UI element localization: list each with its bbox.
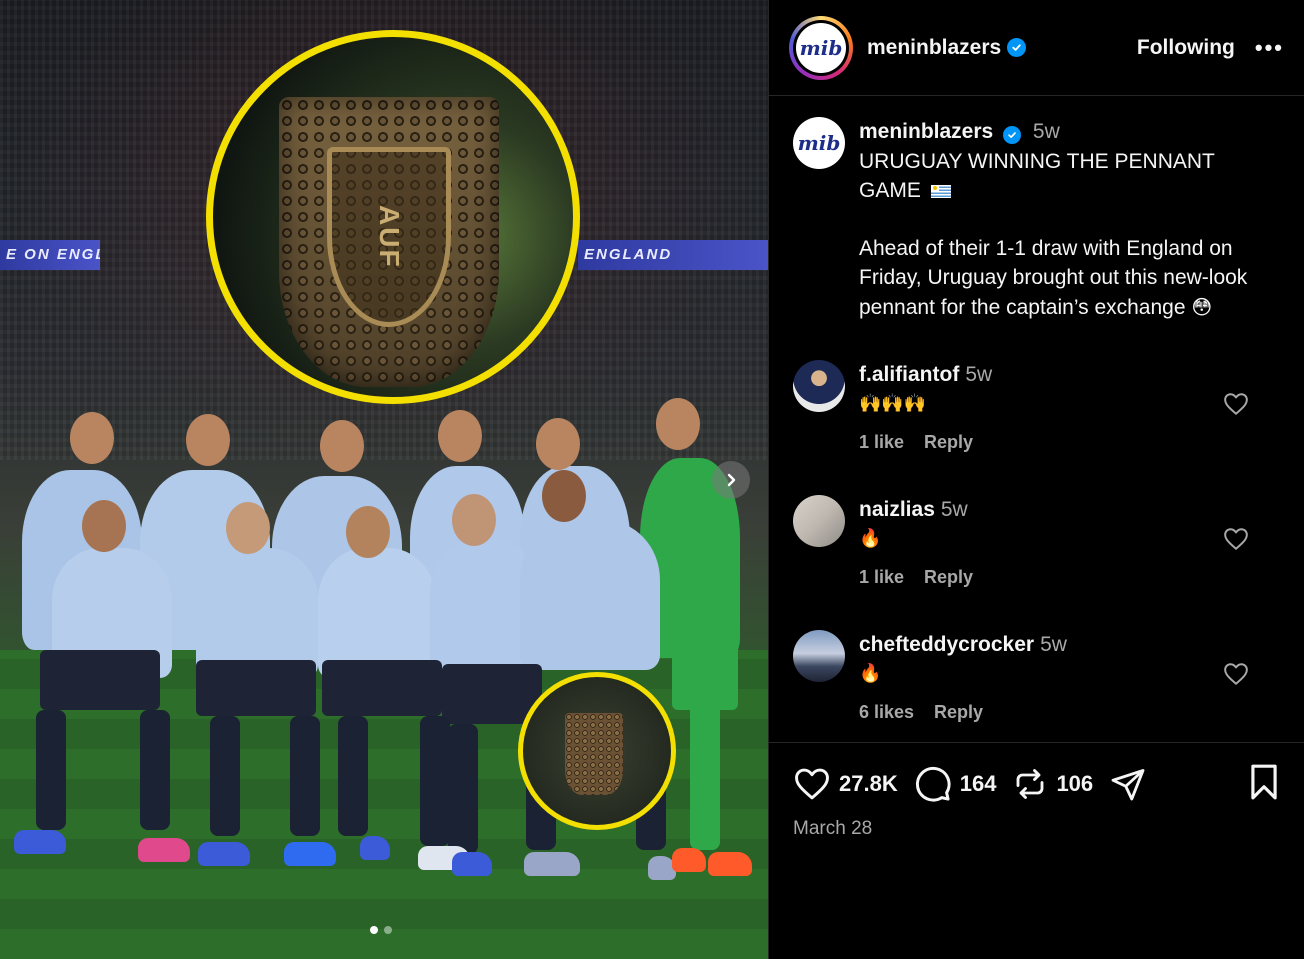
author-username[interactable]: meninblazers	[867, 36, 1001, 60]
caption-headline: URUGUAY WINNING THE PENNANT GAME	[859, 149, 1215, 203]
like-comment-button[interactable]	[1223, 662, 1249, 689]
comment-text: 🔥	[859, 663, 882, 684]
pennant-small	[565, 713, 623, 795]
repost-count: 106	[1056, 770, 1094, 796]
mib-logo: mib	[796, 22, 846, 73]
comment-button[interactable]: 164	[914, 765, 997, 803]
comment-like-count[interactable]: 1 like	[859, 563, 904, 592]
comment-text: 🔥	[859, 528, 882, 549]
commenter-avatar[interactable]	[793, 360, 845, 412]
repost-icon	[1017, 768, 1044, 799]
pennant-small-highlight	[518, 672, 676, 830]
comment-text: 🙌🙌🙌	[859, 393, 927, 414]
comment-time: 5w	[1040, 633, 1067, 656]
post-header: mib meninblazers Following •••	[769, 0, 1304, 96]
chevron-right-icon	[727, 473, 736, 487]
reply-button[interactable]: Reply	[934, 698, 983, 727]
more-options-button[interactable]: •••	[1255, 35, 1284, 61]
caption-body: Ahead of their 1-1 draw with England on …	[859, 236, 1248, 319]
comment-count: 164	[959, 770, 997, 796]
carousel-dot-2[interactable]	[384, 926, 392, 934]
author-avatar[interactable]: mib	[789, 15, 853, 80]
ad-banner-left: E ON ENGLAND	[0, 240, 100, 270]
heart-icon	[1224, 528, 1248, 550]
heart-icon	[1224, 393, 1248, 415]
like-comment-button[interactable]	[1223, 527, 1249, 554]
comment-username[interactable]: f.alifiantof	[859, 363, 959, 386]
post-date: March 28	[793, 818, 873, 839]
comments-list[interactable]: mib meninblazers 5w URUGUAY WINNING THE …	[769, 97, 1304, 740]
repost-button[interactable]: 106	[1012, 766, 1093, 802]
post-actions: 27.8K 164 106 March 28	[769, 742, 1304, 840]
pennant-zoom-highlight: AUF	[206, 30, 580, 404]
like-count: 27.8K	[839, 770, 898, 796]
carousel-dots	[370, 926, 392, 934]
post-photo[interactable]: E ON ENGLAND ENGLAND	[0, 0, 768, 959]
caption-avatar[interactable]: mib	[793, 117, 845, 169]
caption-time: 5w	[1032, 120, 1060, 143]
bookmark-icon	[1251, 764, 1277, 800]
comment-like-count[interactable]: 6 likes	[859, 698, 914, 727]
uruguay-flag-icon	[930, 184, 951, 198]
reply-button[interactable]: Reply	[924, 563, 973, 592]
comment-bubble-icon	[915, 766, 951, 802]
reply-button[interactable]: Reply	[924, 428, 973, 457]
post-caption: mib meninblazers 5w URUGUAY WINNING THE …	[769, 97, 1304, 322]
verified-badge-icon	[1003, 126, 1022, 144]
save-button[interactable]	[1247, 763, 1281, 804]
comment-time: 5w	[965, 363, 993, 386]
commenter-avatar[interactable]	[793, 495, 845, 547]
comment-username[interactable]: chefteddycrocker	[859, 633, 1034, 656]
comment-like-count[interactable]: 1 like	[859, 428, 904, 457]
comment-item: chefteddycrocker 5w 🔥 6 likes Reply	[769, 630, 1304, 727]
heart-icon	[1224, 663, 1248, 685]
verified-badge-icon	[1007, 38, 1027, 57]
commenter-avatar[interactable]	[793, 630, 845, 682]
pennant-crest: AUF	[327, 147, 451, 327]
send-icon	[1111, 768, 1145, 800]
like-button[interactable]: 27.8K	[793, 767, 898, 801]
ad-banner-right: ENGLAND	[578, 240, 768, 270]
comment-time: 5w	[940, 498, 968, 521]
following-button[interactable]: Following	[1137, 36, 1235, 60]
share-button[interactable]	[1109, 766, 1147, 802]
comment-username[interactable]: naizlias	[859, 498, 935, 521]
comment-item: naizlias 5w 🔥 1 like Reply	[769, 495, 1304, 592]
pennant-closeup: AUF	[279, 97, 499, 387]
carousel-dot-1[interactable]	[370, 926, 378, 934]
post-sidebar: mib meninblazers Following ••• mib menin…	[768, 0, 1304, 959]
caption-username[interactable]: meninblazers	[859, 120, 993, 143]
flushed-face-emoji: 😳	[1191, 294, 1213, 319]
comment-item: f.alifiantof 5w 🙌🙌🙌 1 like Reply	[769, 360, 1304, 457]
heart-icon	[795, 768, 829, 799]
like-comment-button[interactable]	[1223, 392, 1249, 419]
post-viewer: E ON ENGLAND ENGLAND	[0, 0, 1304, 959]
carousel-next-button[interactable]	[712, 461, 750, 499]
